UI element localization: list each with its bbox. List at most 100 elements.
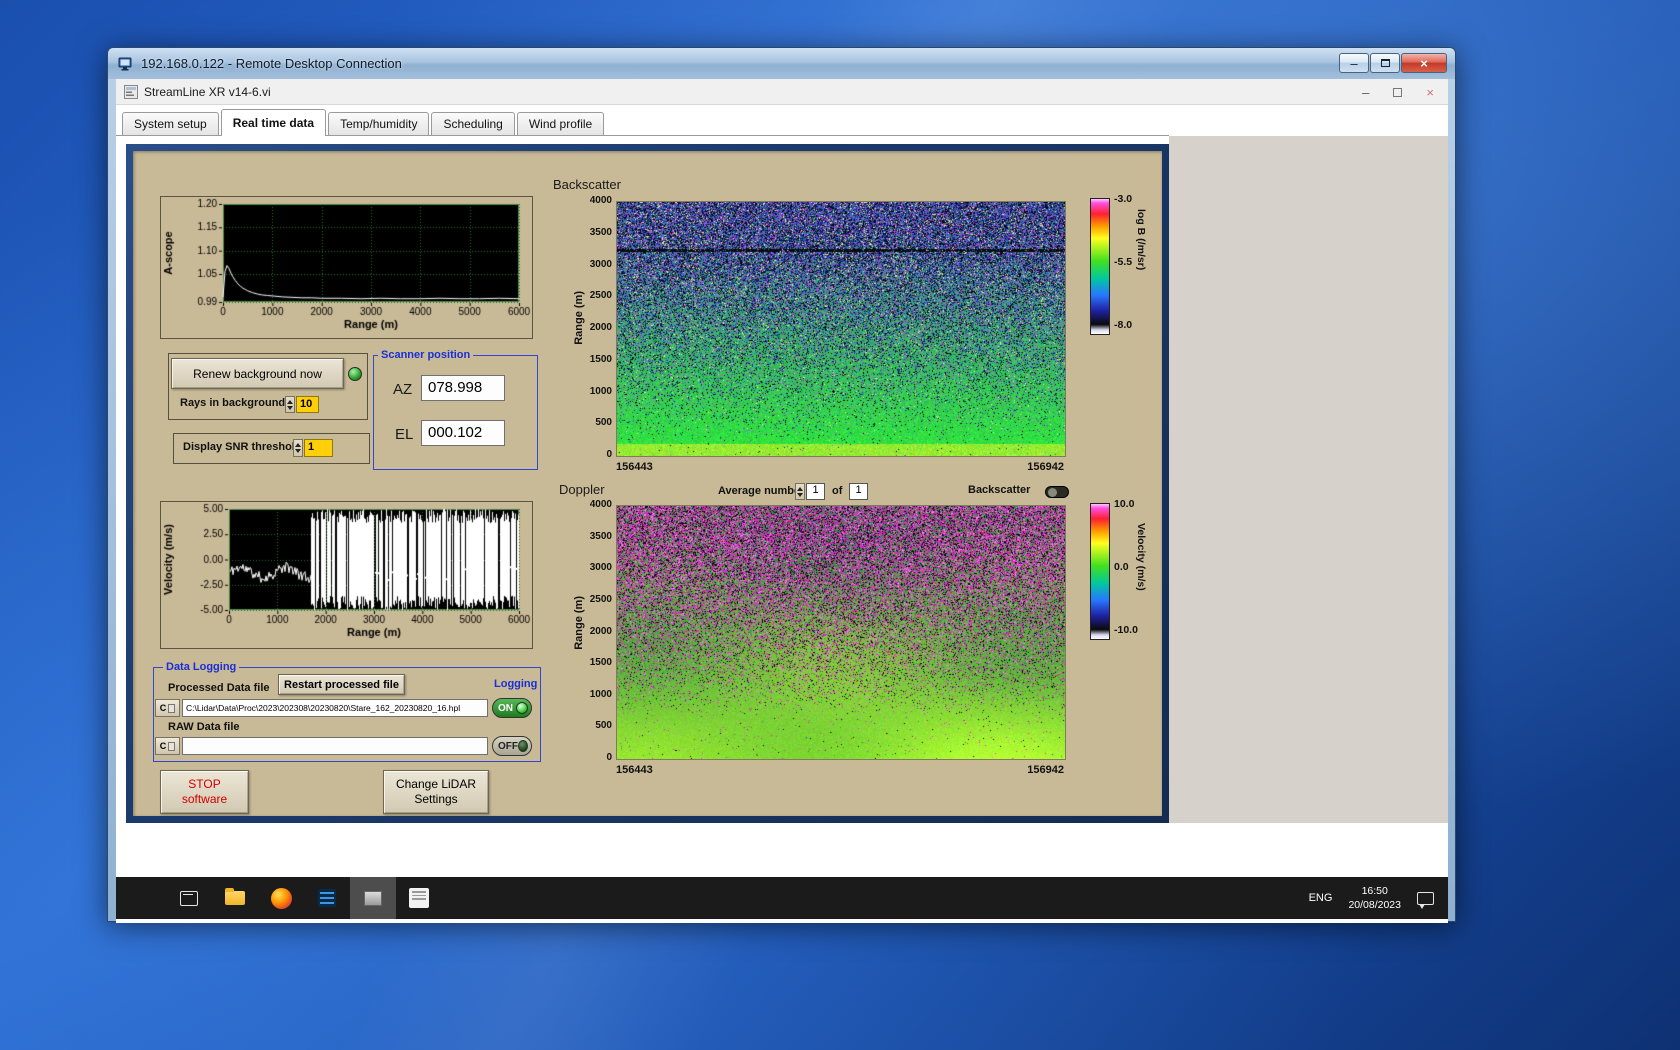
velocity-plot-canvas xyxy=(161,502,532,648)
tab-temp-humidity[interactable]: Temp/humidity xyxy=(328,112,430,136)
raw-drive-button[interactable]: C xyxy=(155,737,180,755)
average-number-field[interactable]: 1 xyxy=(806,483,825,500)
clock-time: 16:50 xyxy=(1361,885,1388,897)
rdp-window-bottom-border xyxy=(116,919,1448,923)
off-label: OFF xyxy=(498,740,518,752)
scan-app-icon xyxy=(409,888,429,908)
ascope-plot-canvas xyxy=(161,197,532,338)
az-label: AZ xyxy=(393,381,413,398)
tick-label: 1500 xyxy=(589,657,612,669)
backscatter-colorbar xyxy=(1090,198,1110,335)
el-value-field[interactable]: 000.102 xyxy=(421,420,505,446)
tab-scheduling[interactable]: Scheduling xyxy=(431,112,515,136)
tick-label: 1500 xyxy=(589,353,612,365)
average-spinner-arrows[interactable] xyxy=(795,483,805,500)
tick-label: -3.0 xyxy=(1114,193,1133,205)
tick-label: -5.5 xyxy=(1114,256,1133,268)
of-label: of xyxy=(832,485,843,497)
tick-label: 0 xyxy=(606,752,612,763)
doppler-colorbar-label: Velocity (m/s) xyxy=(1135,523,1147,591)
minimize-icon: – xyxy=(1350,55,1358,71)
notification-center-icon[interactable] xyxy=(1417,891,1434,909)
app-window-icon xyxy=(364,890,382,906)
rdp-window: 192.168.0.122 - Remote Desktop Connectio… xyxy=(107,47,1456,923)
language-indicator[interactable]: ENG xyxy=(1309,892,1333,904)
rdp-window-title: 192.168.0.122 - Remote Desktop Connectio… xyxy=(141,56,402,71)
settings-list-app-button[interactable] xyxy=(304,877,350,919)
raw-logging-toggle[interactable]: OFF xyxy=(492,736,532,756)
app-close-button[interactable]: × xyxy=(1426,85,1434,100)
raw-data-file-label: RAW Data file xyxy=(168,721,240,733)
tick-label: 2500 xyxy=(589,593,612,605)
remote-desktop-screen: StreamLine XR v14-6.vi – × System setup … xyxy=(116,79,1448,919)
velocity-graph xyxy=(160,501,533,649)
snr-value-field[interactable]: 1 xyxy=(304,439,333,457)
tab-real-time-data[interactable]: Real time data xyxy=(220,109,327,136)
rays-in-background-label: Rays in background xyxy=(180,397,286,409)
data-logging-title: Data Logging xyxy=(163,661,240,673)
disk-icon xyxy=(168,703,176,713)
snr-threshold-label: Display SNR threshold xyxy=(183,441,302,453)
rays-spinner-arrows[interactable] xyxy=(285,396,295,413)
restart-processed-file-button[interactable]: Restart processed file xyxy=(278,674,405,695)
firefox-button[interactable] xyxy=(258,877,304,919)
on-led-icon xyxy=(516,702,528,714)
stop-software-button[interactable]: STOP software xyxy=(160,770,249,814)
tick-label: 3500 xyxy=(589,530,612,542)
scanner-position-title: Scanner position xyxy=(378,349,474,361)
change-line1: Change LiDAR xyxy=(395,777,477,791)
app-titlebar[interactable]: StreamLine XR v14-6.vi – × xyxy=(116,79,1448,105)
doppler-heatmap xyxy=(616,505,1066,760)
tab-strip: System setup Real time data Temp/humidit… xyxy=(122,109,606,136)
backscatter-display-switch[interactable] xyxy=(1045,486,1069,498)
az-value-field[interactable]: 078.998 xyxy=(421,375,505,401)
drive-letter: C xyxy=(159,741,167,751)
doppler-x-end: 156942 xyxy=(1027,764,1064,776)
ascope-graph xyxy=(160,196,533,339)
tab-wind-profile[interactable]: Wind profile xyxy=(516,112,605,136)
raw-path-field[interactable] xyxy=(182,737,488,755)
change-lidar-settings-button[interactable]: Change LiDAR Settings xyxy=(383,770,489,814)
processed-drive-button[interactable]: C xyxy=(155,699,180,717)
taskbar-icons xyxy=(166,877,442,919)
tick-label: -10.0 xyxy=(1114,624,1138,636)
backscatter-heatmap-canvas xyxy=(617,202,1065,456)
drive-letter: C xyxy=(159,703,167,713)
tick-label: 3000 xyxy=(589,258,612,270)
rdp-maximize-button[interactable] xyxy=(1370,53,1400,73)
rdp-minimize-button[interactable]: – xyxy=(1339,53,1369,73)
logging-label: Logging xyxy=(494,678,538,690)
rdp-caption-buttons: – × xyxy=(1339,53,1447,73)
app-restore-button[interactable] xyxy=(1393,87,1403,97)
file-explorer-button[interactable] xyxy=(212,877,258,919)
rays-value-field[interactable]: 10 xyxy=(296,396,319,413)
taskview-button[interactable] xyxy=(166,877,212,919)
tab-system-setup[interactable]: System setup xyxy=(122,112,219,136)
scanner-position-group xyxy=(373,355,538,470)
change-line2: Settings xyxy=(414,792,458,806)
tick-label: 0 xyxy=(606,449,612,460)
average-total-field[interactable]: 1 xyxy=(849,483,868,500)
snr-spinner-arrows[interactable] xyxy=(293,439,303,457)
el-label: EL xyxy=(395,426,414,443)
doppler-x-start: 156443 xyxy=(616,764,653,776)
off-led-icon xyxy=(518,740,528,752)
backscatter-heatmap xyxy=(616,201,1066,457)
average-number-label: Average number xyxy=(718,485,805,497)
streamline-app-button[interactable] xyxy=(350,877,396,919)
on-label: ON xyxy=(498,702,513,714)
rdp-titlebar[interactable]: 192.168.0.122 - Remote Desktop Connectio… xyxy=(108,48,1455,79)
stop-line2: software xyxy=(181,792,228,806)
renew-background-button[interactable]: Renew background now xyxy=(171,358,344,389)
clock[interactable]: 16:50 20/08/2023 xyxy=(1348,884,1401,912)
rdp-close-button[interactable]: × xyxy=(1401,53,1447,73)
scan-app-button[interactable] xyxy=(396,877,442,919)
processed-logging-toggle[interactable]: ON xyxy=(492,698,532,718)
maximize-icon xyxy=(1380,59,1390,67)
processed-path-field[interactable]: C:\Lidar\Data\Proc\2023\202308\20230820\… xyxy=(182,699,488,717)
panel-background-right xyxy=(1169,136,1448,823)
backscatter-toggle-label: Backscatter xyxy=(968,484,1031,496)
doppler-heatmap-canvas xyxy=(617,506,1065,759)
renew-status-led xyxy=(348,367,362,381)
app-minimize-button[interactable]: – xyxy=(1362,85,1369,100)
